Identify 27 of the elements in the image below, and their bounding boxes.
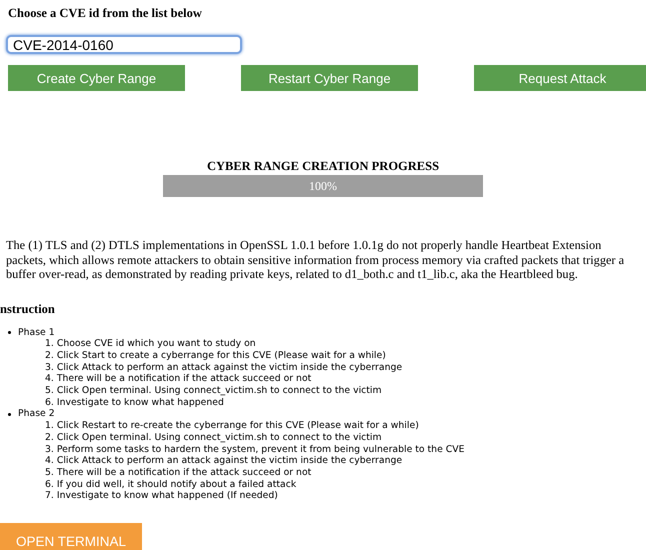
page-heading: Choose a CVE id from the list below <box>8 6 202 21</box>
open-terminal-button[interactable]: OPEN TERMINAL <box>0 523 142 550</box>
step-text: 2. Click Start to create a cyberrange for this CVE (Please wait for a while) <box>45 350 387 362</box>
cve-input-field[interactable]: CVE-2014-0160 <box>6 35 242 54</box>
step-text: 4. Click Attack to perform an attack against the victim inside the cyberrange <box>45 455 404 467</box>
action-button[interactable]: Restart Cyber Range <box>241 65 418 91</box>
bullet-icon <box>8 330 11 334</box>
step-text: 5. Click Open terminal. Using connect_victim.sh to connect to the victim <box>45 385 383 397</box>
phase-label: Phase 1 <box>18 326 55 338</box>
step-text: 1. Choose CVE id which you want to study on <box>45 338 257 350</box>
step-text: 2. Click Open terminal. Using connect_victim.sh to connect to the victim <box>45 432 383 444</box>
step-text: 4. There will be a notification if the attack succeed or not <box>45 373 312 386</box>
progress-title: CYBER RANGE CREATION PROGRESS <box>206 159 440 174</box>
step-text: 5. There will be a notification if the attack succeed or not <box>45 466 312 479</box>
step-text: 3. Perform some tasks to hardern the system, prevent it from being vulnerable to the CVE <box>45 444 466 456</box>
action-button[interactable]: Create Cyber Range <box>8 65 185 91</box>
step-text: 7. Investigate to know what happened (If needed) <box>45 490 279 502</box>
step-text: 3. Click Attack to perform an attack against the victim inside the cyberrange <box>45 362 404 374</box>
bullet-icon <box>8 412 11 416</box>
instruction-heading: nstruction <box>0 302 56 316</box>
cve-description: The (1) TLS and (2) DTLS implementations in OpenSSL 1.0.1 before 1.0.1g do not properly handle Heartbeat Extension packets, which allows remote attackers to obtain sensitive information from process memory via crafted packets that trigger a buffer over-read, as demonstrated by reading private keys, related to d1_both.c and t1_lib.c, aka the Heartbleed bug. <box>6 238 626 282</box>
progress-reading: 100% <box>308 178 338 195</box>
phase-label: Phase 2 <box>18 408 55 420</box>
step-text: 1. Click Restart to re-create the cyberrange for this CVE (Please wait for a while) <box>45 420 420 432</box>
step-text: 6. If you did well, it should notify about a failed attack <box>45 478 298 490</box>
step-text: 6. Investigate to know what happened <box>45 396 225 408</box>
action-button[interactable]: Request Attack <box>474 65 646 91</box>
